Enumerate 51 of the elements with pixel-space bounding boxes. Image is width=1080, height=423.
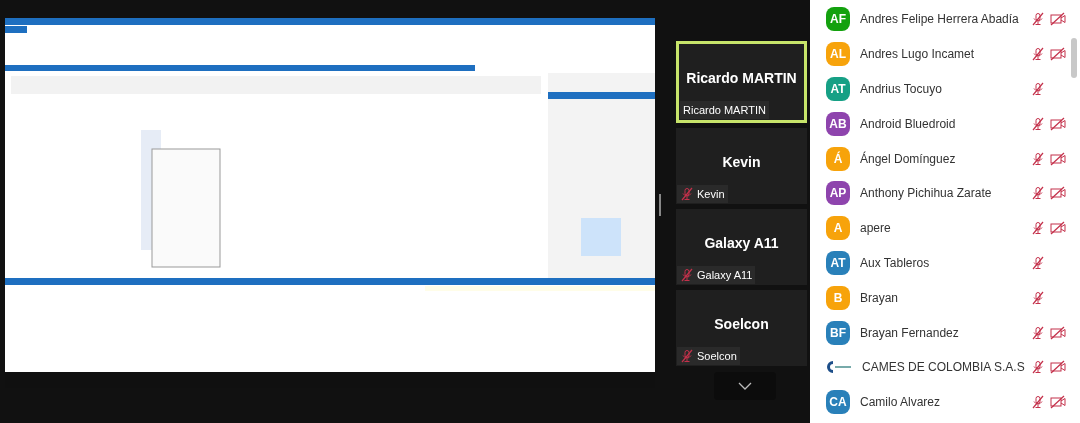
participant-name: Ángel Domínguez (860, 150, 957, 168)
participant-name: CAMES DE COLOMBIA S.A.S (862, 359, 1026, 377)
avatar: AP (826, 181, 850, 206)
participant-name: Brayan (860, 289, 900, 307)
participant-row[interactable]: AL Andres Lugo Incamet (810, 36, 1080, 72)
participant-name: Anthony Pichihua Zarate (860, 185, 993, 203)
participant-row[interactable]: B Brayan (810, 280, 1080, 316)
participant-row[interactable]: AT Aux Tableros (810, 245, 1080, 281)
participant-name: Andres Felipe Herrera Abadía (860, 11, 1020, 29)
mic-off-icon (680, 186, 694, 201)
participant-row[interactable]: CAMES DE COLOMBIA S.A.S (810, 349, 1080, 385)
participant-row[interactable]: BF Brayan Fernandez (810, 315, 1080, 350)
avatar: B (826, 285, 850, 310)
participant-name: Kevin (721, 153, 762, 172)
mic-off-icon (680, 348, 694, 363)
participant-name: Ricardo MARTIN (685, 69, 798, 88)
participant-name: Galaxy A11 (703, 234, 780, 253)
avatar: BF (826, 320, 850, 345)
avatar: AL (826, 42, 850, 67)
participant-row[interactable]: AP Anthony Pichihua Zarate (810, 176, 1080, 211)
avatar: AB (826, 111, 850, 136)
name-caption: Galaxy A11 (697, 267, 753, 283)
avatar: Á (826, 146, 850, 171)
participant-name: apere (860, 220, 892, 238)
participant-row[interactable]: AT Andrius Tocuyo (810, 71, 1080, 107)
participant-row[interactable]: A apere (810, 210, 1080, 246)
participant-name: Soelcon (713, 315, 770, 334)
mic-off-icon (680, 267, 694, 282)
name-caption: Ricardo MARTIN (683, 102, 766, 118)
name-caption: Soelcon (697, 348, 737, 364)
more-button[interactable] (714, 372, 776, 400)
avatar: CA (826, 390, 850, 415)
participant-row[interactable]: AF Andres Felipe Herrera Abadía (810, 2, 1080, 37)
participant-name: Andres Lugo Incamet (860, 46, 976, 64)
participant-row[interactable]: CA Camilo Alvarez (810, 384, 1080, 420)
participant-row[interactable]: Á Ángel Domínguez (810, 141, 1080, 176)
name-caption: Kevin (697, 186, 725, 202)
avatar: AT (826, 250, 850, 275)
participant-name: Camilo Alvarez (860, 394, 942, 412)
chevron-down-icon (738, 382, 752, 390)
participant-name: Android Bluedroid (860, 115, 957, 133)
avatar: AT (826, 77, 850, 101)
company-logo-icon (826, 360, 852, 375)
participant-row[interactable]: AB Android Bluedroid (810, 106, 1080, 142)
participant-name: Brayan Fernandez (860, 324, 960, 342)
divider-handle[interactable] (659, 194, 661, 216)
participant-name: Andrius Tocuyo (860, 81, 943, 98)
avatar: AF (826, 7, 850, 32)
avatar: A (826, 216, 850, 241)
participant-name: Aux Tableros (860, 254, 931, 272)
scrollbar[interactable] (1071, 38, 1077, 78)
